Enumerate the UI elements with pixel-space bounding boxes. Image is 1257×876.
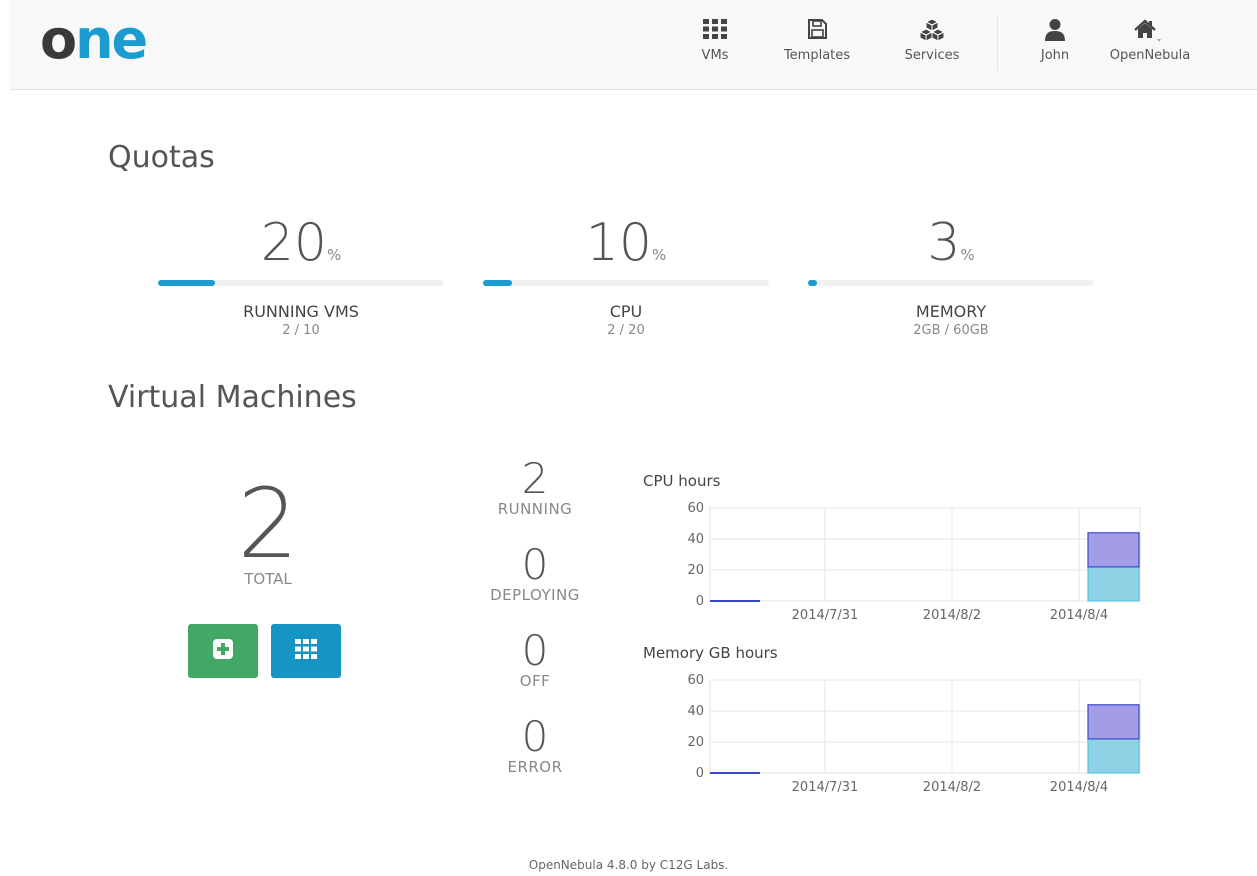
state-label: RUNNING — [497, 500, 573, 518]
quota-progress-bar — [808, 280, 1094, 286]
y-tick-label: 60 — [687, 673, 704, 688]
x-tick-label: 2014/7/31 — [792, 608, 859, 623]
memory-hours-chart: 2014/7/31 2014/8/2 2014/8/4 0 20 40 60 Memory … — [640, 644, 1150, 804]
chart-title: CPU hours — [643, 472, 721, 490]
x-tick-label: 2014/8/4 — [1050, 608, 1108, 623]
nav-zone[interactable]: OpenNebula — [1105, 18, 1195, 63]
x-tick-label: 2014/8/4 — [1050, 780, 1108, 795]
quota-running-vms: 20% RUNNING VMS 2 / 10 — [158, 212, 444, 338]
quota-memory: 3% MEMORY 2GB / 60GB — [808, 212, 1094, 338]
quota-label: RUNNING VMS — [243, 302, 359, 321]
memory-hours-chart-svg: 2014/7/31 2014/8/2 2014/8/4 0 20 40 60 — [687, 673, 1141, 795]
vm-total: 2 TOTAL — [160, 468, 376, 588]
x-tick-label: 2014/8/2 — [923, 608, 981, 623]
nav-user-label: John — [1040, 48, 1070, 63]
chart-stacked-bar — [1087, 566, 1140, 602]
state-label: ERROR — [507, 758, 563, 776]
state-count: 0 — [521, 712, 549, 761]
quota-value: 20 — [260, 213, 327, 273]
quota-label: MEMORY — [915, 302, 987, 321]
quotas-heading: Quotas — [108, 140, 215, 175]
chart-stacked-bar — [1087, 738, 1140, 774]
y-tick-label: 20 — [687, 563, 704, 578]
logo-text-o: o — [40, 8, 77, 71]
chevron-down-icon — [1157, 39, 1161, 42]
chart-title: Memory GB hours — [643, 644, 778, 662]
create-vm-button[interactable] — [188, 624, 258, 678]
nav-vms-label: VMs — [701, 48, 729, 63]
home-icon — [1105, 18, 1195, 44]
quota-percent: 10% — [483, 212, 769, 274]
y-tick-label: 40 — [687, 704, 704, 719]
y-tick-label: 20 — [687, 735, 704, 750]
quota-value: 10 — [585, 213, 652, 273]
cubes-icon — [900, 18, 964, 44]
y-tick-label: 60 — [687, 501, 704, 516]
nav-divider — [997, 16, 998, 70]
cpu-hours-chart: 2014/7/31 2014/8/2 2014/8/4 0 20 40 60 CPU hou… — [640, 472, 1150, 632]
grid-icon — [295, 639, 317, 663]
vm-total-count: 2 — [237, 468, 299, 580]
nav-services[interactable]: Services — [900, 18, 964, 63]
nav-user[interactable]: John — [1030, 18, 1080, 63]
nav-vms[interactable]: VMs — [690, 18, 740, 63]
grid-icon — [690, 18, 740, 44]
quota-unit: % — [326, 246, 342, 264]
state-count: 2 — [521, 454, 549, 503]
quota-value: 3 — [927, 213, 961, 273]
plus-square-icon — [212, 638, 234, 664]
state-count: 0 — [521, 540, 549, 589]
user-icon — [1030, 18, 1080, 44]
save-icon — [780, 18, 854, 44]
state-label: DEPLOYING — [490, 586, 580, 604]
logo-text-ne: ne — [75, 8, 148, 71]
quota-cpu: 10% CPU 2 / 20 — [483, 212, 769, 338]
footer-credits: OpenNebula 4.8.0 by C12G Labs. — [528, 858, 729, 872]
nav-services-label: Services — [904, 48, 960, 63]
quota-label: CPU — [609, 302, 643, 321]
quota-progress-fill — [808, 280, 817, 286]
vm-state-off[interactable]: 0 OFF — [470, 626, 600, 691]
quota-percent: 3% — [808, 212, 1094, 274]
vm-state-error[interactable]: 0 ERROR — [470, 712, 600, 777]
chart-stacked-bar — [1087, 532, 1140, 568]
quota-unit: % — [960, 246, 975, 264]
vm-state-running[interactable]: 2 RUNNING — [470, 454, 600, 519]
opennebula-logo[interactable]: one — [40, 8, 148, 71]
x-tick-label: 2014/7/31 — [792, 780, 859, 795]
chart-stacked-bar — [1087, 704, 1140, 740]
y-tick-label: 40 — [687, 532, 704, 547]
quota-progress-bar — [158, 280, 444, 286]
y-tick-label: 0 — [696, 594, 704, 609]
nav-templates[interactable]: Templates — [780, 18, 854, 63]
x-tick-label: 2014/8/2 — [923, 780, 981, 795]
quota-usage: 2GB / 60GB — [913, 323, 989, 338]
y-tick-label: 0 — [696, 766, 704, 781]
vm-total-label: TOTAL — [244, 570, 292, 588]
nav-templates-label: Templates — [783, 48, 851, 63]
top-bar: one VMs Templates Services John OpenNebu… — [10, 0, 1257, 90]
nav-zone-label: OpenNebula — [1109, 48, 1191, 63]
chart-plot-area — [709, 679, 1141, 774]
chart-plot-area — [709, 507, 1141, 602]
quota-unit: % — [651, 246, 667, 264]
state-label: OFF — [519, 672, 551, 690]
quota-progress-bar — [483, 280, 769, 286]
vm-state-deploying[interactable]: 0 DEPLOYING — [470, 540, 600, 605]
state-count: 0 — [521, 626, 549, 675]
virtual-machines-heading: Virtual Machines — [108, 380, 357, 415]
quota-progress-fill — [483, 280, 512, 286]
quota-percent: 20% — [158, 212, 444, 274]
cpu-hours-chart-svg: 2014/7/31 2014/8/2 2014/8/4 0 20 40 60 — [687, 501, 1141, 623]
quota-usage: 2 / 10 — [282, 323, 320, 338]
quota-usage: 2 / 20 — [607, 323, 645, 338]
quota-progress-fill — [158, 280, 216, 286]
vm-list-button[interactable] — [271, 624, 341, 678]
